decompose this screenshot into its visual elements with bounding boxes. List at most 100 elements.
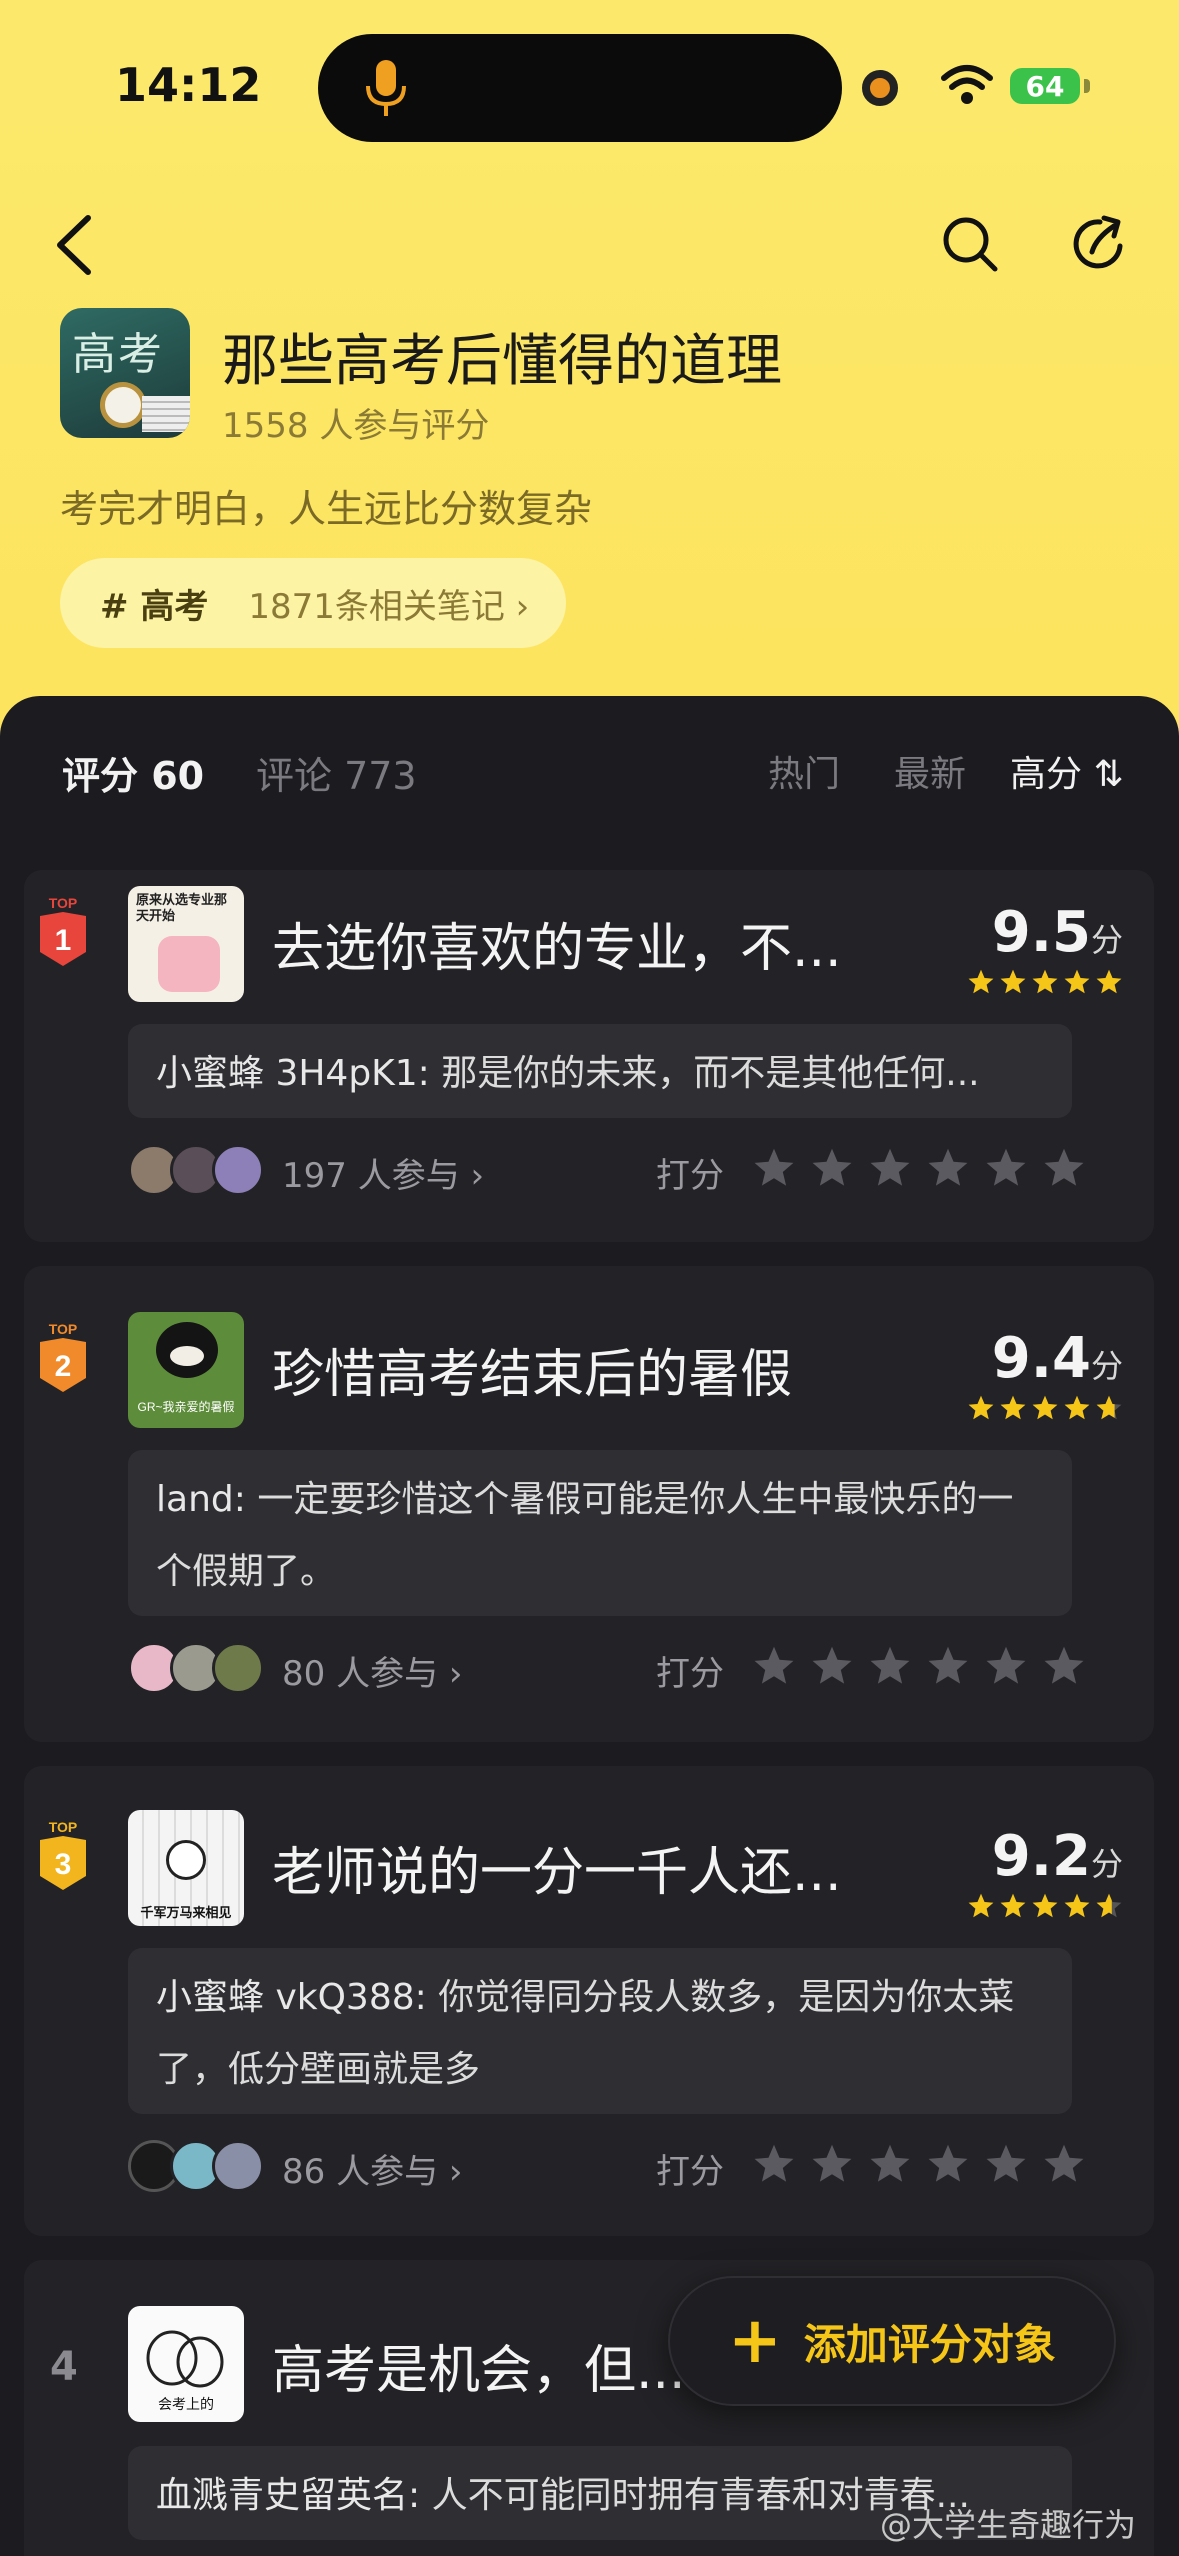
comment-text: 一定要珍惜这个暑假可能是你人生中最快乐的一个假期了。 — [156, 1479, 1014, 1592]
rate-star-icon[interactable] — [868, 1644, 912, 1688]
comment-text: 那是你的未来，而不是其他任何... — [441, 1053, 980, 1094]
rank-number: 1 — [55, 924, 72, 957]
star-icon — [1000, 1395, 1026, 1420]
item-title: 老师说的一分一千人还... — [272, 1843, 842, 1903]
hug-illustration — [146, 2330, 224, 2388]
rate-star-icon[interactable] — [752, 1146, 796, 1190]
thumbnail-caption: 千军万马来相见 — [140, 1905, 232, 1920]
battery-indicator: 64 — [1010, 68, 1080, 104]
rate-star-icon[interactable] — [810, 2142, 854, 2186]
item-thumbnail: 会考上的 — [128, 2306, 244, 2422]
rate-star-icon[interactable] — [868, 1146, 912, 1190]
star-icon — [1032, 969, 1058, 994]
score-stars — [967, 968, 1123, 996]
dynamic-island — [318, 34, 842, 142]
rate-star-icon[interactable] — [810, 1146, 854, 1190]
rate-star-icon[interactable] — [984, 1644, 1028, 1688]
rate-star-input[interactable] — [752, 2142, 1086, 2186]
item-score: 9.5分 — [992, 900, 1123, 965]
sort-highest[interactable]: 高分 ⇅ — [1010, 745, 1124, 797]
star-icon — [968, 1893, 994, 1918]
item-thumbnail: 千军万马来相见 — [128, 1810, 244, 1926]
participants-link[interactable]: 80 人参与 › — [282, 1646, 462, 1695]
topic-tag-link[interactable]: # 高考 1871条相关笔记 › — [60, 558, 566, 648]
topic-description: 考完才明白，人生远比分数复杂 — [60, 487, 593, 531]
rate-star-icon[interactable] — [926, 1644, 970, 1688]
score-unit: 分 — [1090, 921, 1123, 959]
rate-star-icon[interactable] — [752, 2142, 796, 2186]
rank-badge-label: TOP — [49, 895, 78, 911]
rate-star-icon[interactable] — [926, 2142, 970, 2186]
sort-newest[interactable]: 最新 — [894, 745, 966, 797]
thumbnail-caption: GR~我亲爱的暑假 — [137, 1400, 235, 1414]
top-comment[interactable]: 小蜜蜂 vkQ388: 你觉得同分段人数多，是因为你太菜了，低分壁画就是多 — [128, 1948, 1072, 2114]
star-icon — [1064, 969, 1090, 994]
rate-star-icon[interactable] — [1042, 2142, 1086, 2186]
status-time: 14:12 — [115, 58, 262, 112]
avatar — [212, 1144, 264, 1196]
rank-number: 2 — [55, 1350, 72, 1383]
topic-title: 那些高考后懂得的道理 — [222, 329, 782, 394]
rate-star-icon[interactable] — [1042, 1644, 1086, 1688]
share-icon[interactable] — [1070, 214, 1130, 274]
battery-level: 64 — [1025, 69, 1065, 103]
item-thumbnail: 原来从选专业那天开始 — [128, 886, 244, 1002]
score-unit: 分 — [1090, 1347, 1123, 1385]
rank-badge-top1: TOP 1 — [40, 895, 86, 966]
star-icon — [968, 969, 994, 994]
tag-name: # 高考 — [100, 586, 209, 627]
bear-face — [170, 1346, 204, 1366]
clock-icon — [100, 382, 146, 428]
item-title: 珍惜高考结束后的暑假 — [272, 1345, 793, 1405]
rate-star-icon[interactable] — [868, 2142, 912, 2186]
rank-number: 3 — [55, 1848, 72, 1881]
rate-star-icon[interactable] — [926, 1146, 970, 1190]
star-icon — [1032, 1395, 1058, 1420]
comment-user: 小蜜蜂 vkQ388: — [156, 1977, 427, 2018]
top-comment[interactable]: 小蜜蜂 3H4pK1: 那是你的未来，而不是其他任何... — [128, 1024, 1072, 1118]
rate-star-icon[interactable] — [984, 1146, 1028, 1190]
rate-star-icon[interactable] — [810, 1644, 854, 1688]
rate-star-input[interactable] — [752, 1146, 1086, 1190]
search-icon[interactable] — [940, 214, 1000, 274]
rank-badge-top3: TOP 3 — [40, 1819, 86, 1890]
participant-avatars — [128, 1144, 268, 1196]
participants-link[interactable]: 197 人参与 › — [282, 1148, 484, 1197]
comment-user: land: — [156, 1479, 246, 1520]
add-rating-object-label: 添加评分对象 — [803, 2319, 1056, 2369]
rate-label: 打分 — [656, 2152, 724, 2192]
thumbnail-caption: 会考上的 — [158, 2396, 214, 2412]
add-rating-object-button[interactable]: + 添加评分对象 — [668, 2276, 1116, 2406]
topic-cover-image: 高考 — [60, 308, 190, 438]
star-icon — [1000, 1893, 1026, 1918]
score-stars — [967, 1892, 1123, 1920]
pig-illustration — [158, 936, 220, 992]
rank-badge-label: TOP — [49, 1819, 78, 1835]
rate-star-icon[interactable] — [752, 1644, 796, 1688]
status-bar: 14:12 64 — [0, 0, 1179, 170]
star-icon — [1064, 1893, 1090, 1918]
topic-participants: 1558 人参与评分 — [222, 406, 490, 446]
books-icon — [142, 396, 190, 432]
rank-number: 4 — [50, 2344, 78, 2390]
battery-tip — [1084, 79, 1090, 93]
rate-star-icon[interactable] — [1042, 1146, 1086, 1190]
top-comment[interactable]: land: 一定要珍惜这个暑假可能是你人生中最快乐的一个假期了。 — [128, 1450, 1072, 1616]
rate-star-input[interactable] — [752, 1644, 1086, 1688]
avatar — [212, 1642, 264, 1694]
wifi-icon — [941, 65, 993, 104]
star-icon — [1064, 1395, 1090, 1420]
sort-hot[interactable]: 热门 — [768, 745, 840, 797]
comment-user: 血溅青史留英名: — [156, 2475, 421, 2516]
participants-link[interactable]: 86 人参与 › — [282, 2144, 462, 2193]
rate-star-icon[interactable] — [984, 2142, 1028, 2186]
score-unit: 分 — [1090, 1845, 1123, 1883]
rank-badge-top2: TOP 2 — [40, 1321, 86, 1392]
microphone-icon — [366, 60, 406, 116]
rate-label: 打分 — [656, 1156, 724, 1196]
plus-icon: + — [728, 2304, 782, 2378]
tab-comments[interactable]: 评论 773 — [256, 745, 417, 800]
back-chevron-icon[interactable] — [50, 212, 100, 278]
tab-rating[interactable]: 评分 60 — [62, 745, 204, 800]
topic-cover-text: 高考 — [72, 329, 164, 380]
